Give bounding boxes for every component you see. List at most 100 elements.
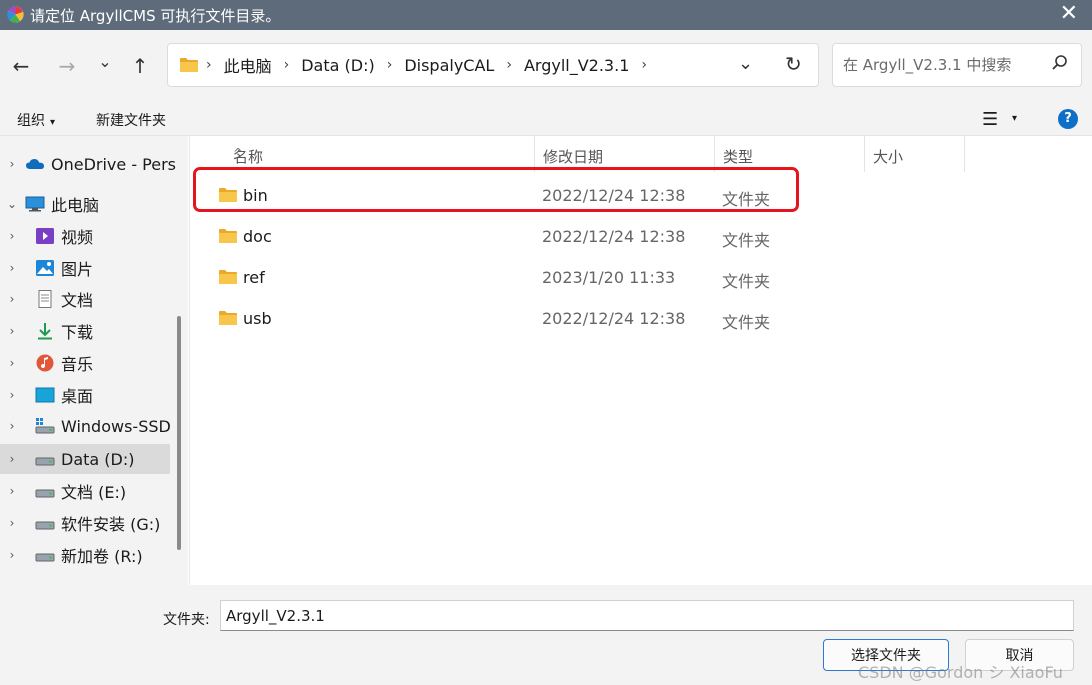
up-arrow-icon[interactable]: ↑ (128, 54, 152, 78)
file-name: ref (243, 268, 265, 287)
file-row-bin[interactable]: bin 2022/12/24 12:38 文件夹 (190, 176, 1092, 216)
folder-field-label: 文件夹: (163, 612, 210, 628)
expand-chevron-icon[interactable]: › (7, 516, 17, 530)
collapse-chevron-icon[interactable]: ⌄ (7, 197, 17, 211)
breadcrumb-data-drive[interactable]: Data (D:) (301, 56, 374, 75)
navigation-pane[interactable]: › OneDrive - Pers ⌄ 此电脑 › 视频 › 图片 › 文档 ›… (0, 136, 188, 585)
column-header-label: 大小 (873, 148, 904, 166)
breadcrumb-separator-icon[interactable]: › (387, 57, 393, 73)
sidebar-item-onedrive[interactable]: › OneDrive - Pers (0, 149, 176, 179)
address-dropdown-chevron-icon[interactable]: ⌄ (738, 53, 753, 74)
breadcrumb-argyll[interactable]: Argyll_V2.3.1 (524, 56, 629, 75)
breadcrumb-separator-icon[interactable]: › (284, 57, 290, 73)
new-folder-button[interactable]: 新建文件夹 (96, 110, 166, 130)
organize-button[interactable]: 组织 ▾ (17, 110, 55, 130)
sidebar-item-downloads[interactable]: › 下载 (0, 316, 170, 346)
file-modified: 2023/1/20 11:33 (542, 268, 676, 287)
download-icon (38, 323, 52, 340)
column-divider[interactable] (964, 136, 965, 172)
command-bar: 组织 ▾ 新建文件夹 ☰ ▾ ? (0, 102, 1092, 136)
folder-icon (219, 188, 237, 202)
cancel-button[interactable]: 取消 (965, 639, 1074, 671)
sidebar-scrollbar[interactable] (177, 316, 181, 550)
dialog-footer: 文件夹: 选择文件夹 取消 CSDN @Gordon シ XiaoFu (0, 585, 1092, 685)
sidebar-item-windows-ssd[interactable]: › Windows-SSD (0, 411, 171, 441)
file-list[interactable]: 名称 ^ 修改日期 类型 大小 bin 2022/12/24 12:38 文件夹… (189, 136, 1092, 585)
file-type: 文件夹 (722, 190, 771, 209)
folder-icon (180, 58, 198, 72)
breadcrumb-separator-icon[interactable]: › (506, 57, 512, 73)
column-header-label: 类型 (723, 148, 754, 166)
documents-icon (38, 290, 52, 308)
file-name: usb (243, 309, 272, 328)
expand-chevron-icon[interactable]: › (7, 292, 17, 306)
sidebar-item-documents[interactable]: › 文档 (0, 284, 170, 314)
sidebar-item-documents-drive[interactable]: › 文档 (E:) (0, 476, 170, 506)
expand-chevron-icon[interactable]: › (7, 388, 17, 402)
back-arrow-icon[interactable]: ← (9, 54, 33, 78)
sidebar-item-data-drive[interactable]: › Data (D:) (0, 444, 170, 474)
music-icon (36, 354, 54, 372)
file-row-doc[interactable]: doc 2022/12/24 12:38 文件夹 (190, 217, 1092, 257)
sidebar-item-label: 软件安装 (G:) (61, 515, 161, 534)
close-icon[interactable]: ✕ (1060, 3, 1078, 25)
sidebar-item-label: 视频 (61, 228, 94, 247)
expand-chevron-icon[interactable]: › (7, 419, 17, 433)
cloud-icon (26, 159, 44, 169)
drive-icon (35, 489, 55, 498)
file-modified: 2022/12/24 12:38 (542, 227, 686, 246)
view-options-caret-icon[interactable]: ▾ (1012, 113, 1017, 124)
expand-chevron-icon[interactable]: › (7, 356, 17, 370)
refresh-icon[interactable]: ↻ (785, 52, 802, 76)
expand-chevron-icon[interactable]: › (7, 548, 17, 562)
column-header-type[interactable]: 类型 (715, 136, 865, 172)
file-row-usb[interactable]: usb 2022/12/24 12:38 文件夹 (190, 299, 1092, 339)
title-bar: 请定位 ArgyllCMS 可执行文件目录。 ✕ (0, 0, 1092, 30)
breadcrumb-this-pc[interactable]: 此电脑 (224, 53, 272, 77)
sidebar-item-pictures[interactable]: › 图片 (0, 253, 170, 283)
sidebar-item-label: 下载 (61, 323, 94, 342)
windows-drive-icon (35, 418, 55, 434)
sidebar-item-label: OneDrive - Pers (51, 154, 177, 174)
sidebar-item-music[interactable]: › 音乐 (0, 348, 170, 378)
column-header-name[interactable]: 名称 ^ (225, 136, 535, 172)
forward-arrow-icon[interactable]: → (55, 54, 79, 78)
sidebar-item-new-volume[interactable]: › 新加卷 (R:) (0, 540, 170, 570)
breadcrumb-separator-icon[interactable]: › (641, 57, 647, 73)
expand-chevron-icon[interactable]: › (7, 452, 17, 466)
help-icon[interactable]: ? (1058, 109, 1078, 129)
file-name: bin (243, 186, 268, 205)
search-input[interactable] (833, 44, 1043, 86)
file-modified: 2022/12/24 12:38 (542, 186, 686, 205)
window-title: 请定位 ArgyllCMS 可执行文件目录。 (30, 7, 281, 25)
drive-icon (35, 553, 55, 562)
address-bar[interactable]: › 此电脑 › Data (D:) › DispalyCAL › Argyll_… (167, 43, 819, 87)
sidebar-item-label: 桌面 (61, 387, 94, 406)
file-row-ref[interactable]: ref 2023/1/20 11:33 文件夹 (190, 258, 1092, 298)
folder-name-input[interactable] (220, 600, 1074, 631)
sidebar-item-this-pc[interactable]: ⌄ 此电脑 (0, 189, 170, 219)
expand-chevron-icon[interactable]: › (7, 261, 17, 275)
folder-icon (219, 311, 237, 325)
sidebar-item-desktop[interactable]: › 桌面 (0, 380, 170, 410)
column-header-size[interactable]: 大小 (865, 136, 965, 172)
organize-label: 组织 (17, 113, 45, 129)
file-modified: 2022/12/24 12:38 (542, 309, 686, 328)
file-name: doc (243, 227, 272, 246)
view-options-icon[interactable]: ☰ (982, 109, 998, 130)
expand-chevron-icon[interactable]: › (7, 484, 17, 498)
breadcrumb-dispalycal[interactable]: DispalyCAL (404, 56, 494, 75)
sidebar-item-label: Data (D:) (61, 449, 135, 469)
expand-chevron-icon[interactable]: › (7, 324, 17, 338)
sidebar-item-software-drive[interactable]: › 软件安装 (G:) (0, 508, 170, 538)
search-icon[interactable] (1051, 54, 1069, 72)
sidebar-item-label: 此电脑 (51, 196, 100, 215)
expand-chevron-icon[interactable]: › (7, 157, 17, 171)
sidebar-item-videos[interactable]: › 视频 (0, 221, 170, 251)
search-box[interactable] (832, 43, 1082, 87)
expand-chevron-icon[interactable]: › (7, 229, 17, 243)
column-header-modified[interactable]: 修改日期 (535, 136, 715, 172)
recent-locations-chevron-icon[interactable]: ⌄ (93, 50, 117, 74)
select-folder-button[interactable]: 选择文件夹 (823, 639, 949, 671)
breadcrumb-separator-icon: › (206, 57, 212, 73)
